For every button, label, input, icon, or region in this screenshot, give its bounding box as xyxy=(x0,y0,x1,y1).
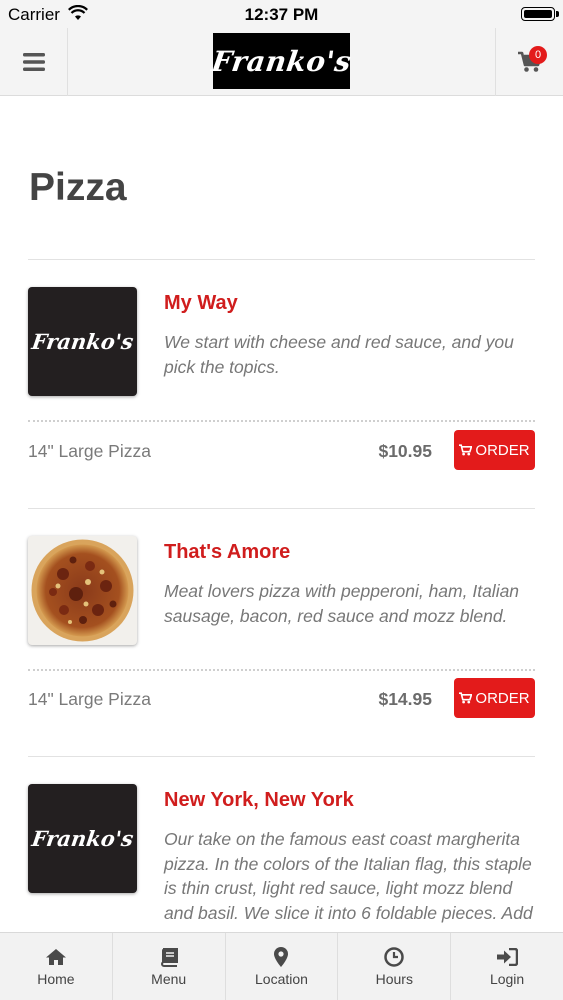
divider xyxy=(28,259,535,260)
order-button[interactable]: ORDER xyxy=(454,430,535,470)
clock-time: 12:37 PM xyxy=(244,5,319,24)
brand-logo[interactable]: Franko's xyxy=(210,33,353,89)
item-name[interactable]: New York, New York xyxy=(164,789,354,812)
tab-label: Location xyxy=(255,971,308,987)
item-thumbnail[interactable] xyxy=(28,536,137,645)
cart-icon xyxy=(459,444,473,456)
tab-label: Home xyxy=(37,971,75,987)
tab-label: Login xyxy=(489,971,525,987)
map-pin-icon xyxy=(274,947,289,967)
cart-count-badge: 0 xyxy=(529,46,547,64)
price-label: $14.95 xyxy=(378,689,432,709)
item-description: Our take on the famous east coast marghe… xyxy=(164,829,533,923)
tab-label: Hours xyxy=(375,971,413,987)
page-title: Pizza xyxy=(29,166,127,209)
tab-menu[interactable]: Menu xyxy=(113,933,226,1000)
bottom-tab-bar: Home Menu Location Hours Login xyxy=(0,932,563,1000)
item-description: We start with cheese and red sauce, and … xyxy=(164,332,514,377)
app-header: Franko's 0 xyxy=(0,28,563,96)
size-label: 14" Large Pizza xyxy=(28,441,151,461)
dotted-separator xyxy=(28,420,535,422)
tab-label: Menu xyxy=(151,971,187,987)
order-button-label: ORDER xyxy=(475,689,530,707)
brand-logo-text: Franko's xyxy=(209,44,354,78)
item-name[interactable]: My Way xyxy=(164,292,238,315)
login-icon xyxy=(496,947,519,967)
item-thumbnail[interactable]: Franko's xyxy=(28,784,137,893)
book-icon xyxy=(159,947,179,967)
item-name[interactable]: That's Amore xyxy=(164,541,290,564)
status-bar: Carrier 12:37 PM xyxy=(0,0,563,28)
tab-hours[interactable]: Hours xyxy=(338,933,452,1000)
order-button-label: ORDER xyxy=(475,441,530,459)
clock-icon xyxy=(384,947,405,967)
item-description: Meat lovers pizza with pepperoni, ham, I… xyxy=(164,581,520,626)
tab-home[interactable]: Home xyxy=(0,933,113,1000)
divider xyxy=(28,508,535,509)
tab-location[interactable]: Location xyxy=(226,933,339,1000)
tab-login[interactable]: Login xyxy=(451,933,563,1000)
order-button[interactable]: ORDER xyxy=(454,678,535,718)
hamburger-menu-button[interactable] xyxy=(0,28,68,96)
price-label: $10.95 xyxy=(378,441,432,461)
hamburger-icon xyxy=(22,53,45,71)
thumbnail-logo-text: Franko's xyxy=(30,329,135,354)
battery-icon xyxy=(521,7,559,21)
dotted-separator xyxy=(28,669,535,671)
size-label: 14" Large Pizza xyxy=(28,689,151,709)
thumbnail-logo-text: Franko's xyxy=(30,826,135,851)
divider xyxy=(28,756,535,757)
pizza-photo xyxy=(31,539,134,642)
home-icon xyxy=(45,947,67,967)
cart-icon xyxy=(459,692,473,704)
cart-button[interactable]: 0 xyxy=(495,28,563,96)
item-thumbnail[interactable]: Franko's xyxy=(28,287,137,396)
